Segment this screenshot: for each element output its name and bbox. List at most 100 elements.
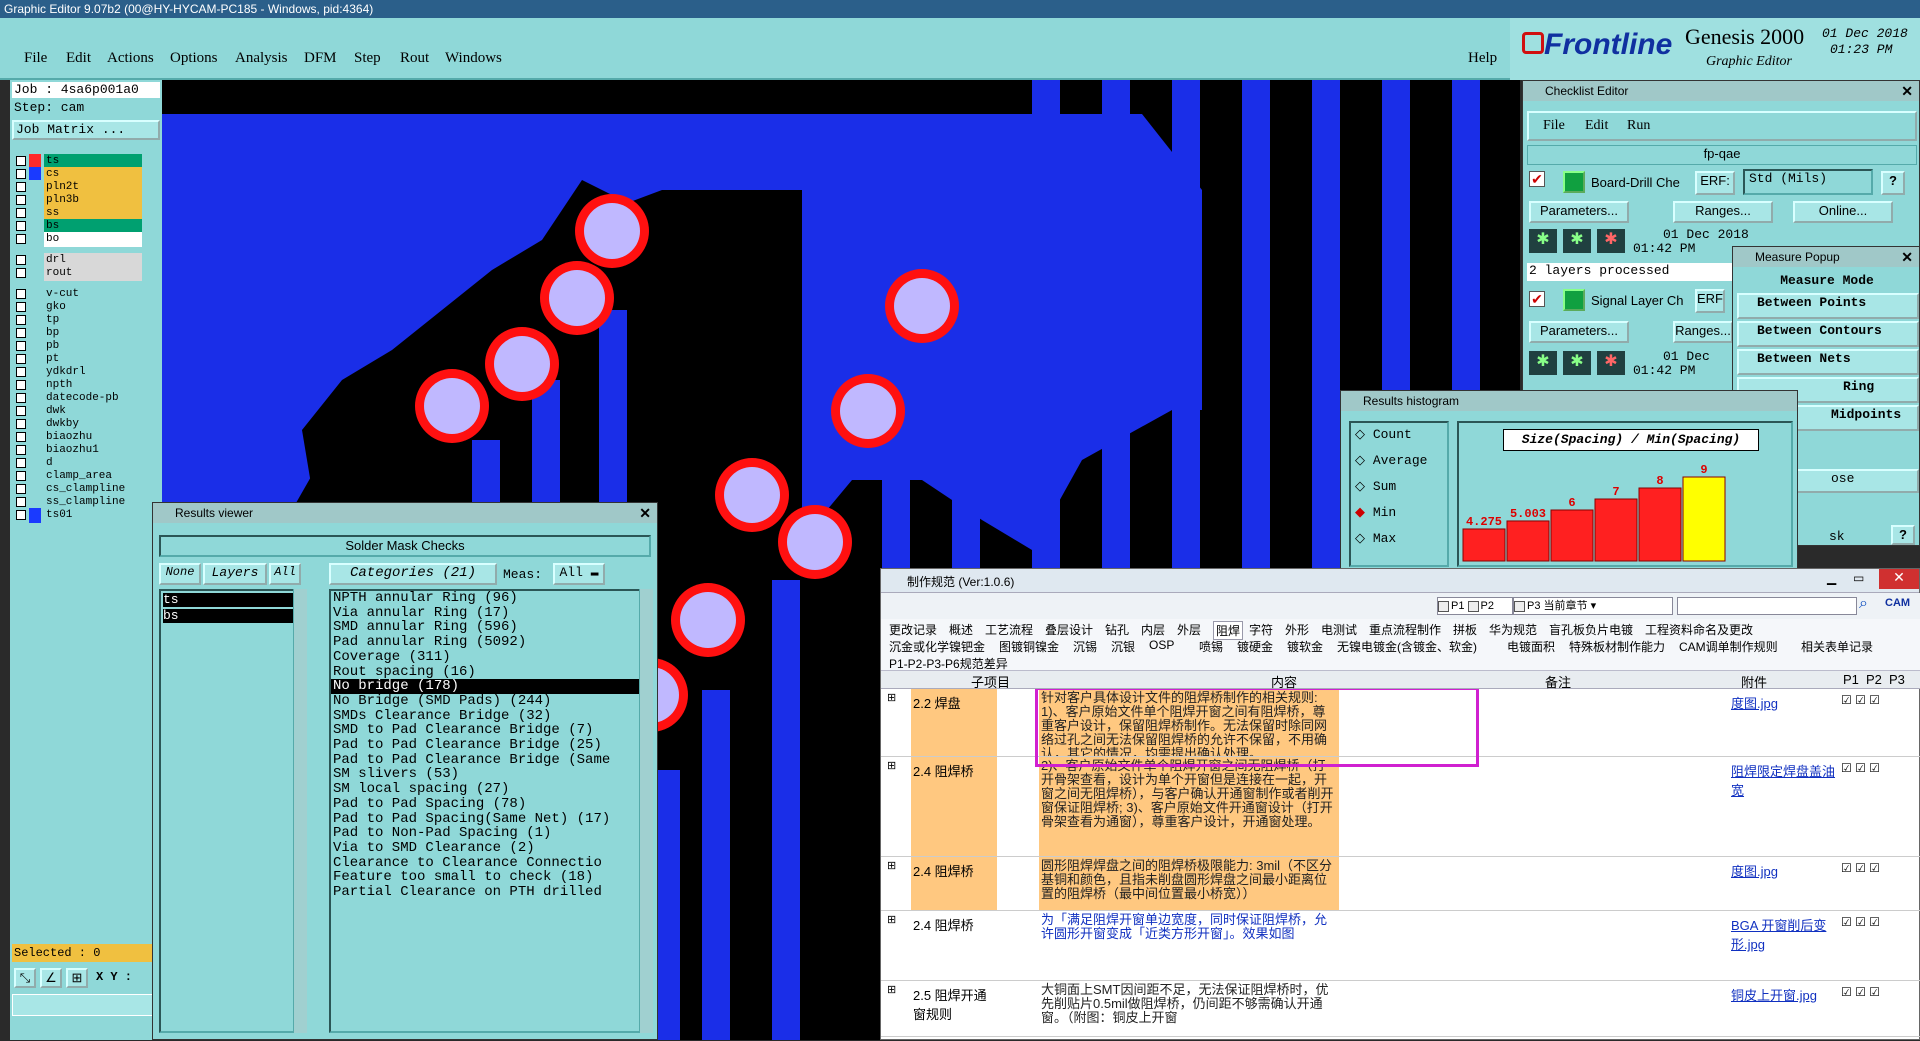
spec-tab[interactable]: 相关表单记录 [1801, 638, 1873, 655]
check1-name[interactable]: Board-Drill Che [1591, 175, 1680, 190]
spec-tab[interactable]: 字符 [1249, 621, 1273, 638]
std-field[interactable]: Std (Mils) [1743, 169, 1873, 195]
ranges-button-2[interactable]: Ranges... [1673, 321, 1733, 343]
layer-row[interactable]: bo [14, 232, 142, 247]
layer-checkbox[interactable] [16, 221, 26, 231]
menu-edit[interactable]: Edit [66, 50, 91, 67]
p-checkboxes[interactable]: ☑ ☑ ☑ [1841, 861, 1880, 875]
layer-checkbox[interactable] [16, 393, 26, 403]
category-item[interactable]: SM local spacing (27) [331, 782, 645, 797]
layer-color-swatch[interactable] [29, 266, 41, 281]
run-icon[interactable]: ✱ [1597, 351, 1625, 375]
category-item[interactable]: SMDs Clearance Bridge (32) [331, 708, 645, 724]
spec-tab[interactable]: 喷锡 [1199, 638, 1223, 655]
spec-tab[interactable]: 镀软金 [1287, 638, 1323, 655]
erf2-button[interactable]: ERF [1695, 289, 1725, 313]
close-icon[interactable]: ✕ [1901, 247, 1913, 267]
category-item[interactable]: Via annular Ring (17) [331, 605, 645, 621]
spec-tab[interactable]: 外层 [1177, 621, 1201, 638]
none-button[interactable]: None [159, 563, 201, 585]
layer-checkbox[interactable] [16, 458, 26, 468]
histogram-bar[interactable] [1682, 476, 1726, 562]
spec-tab[interactable]: 沉银 [1111, 638, 1135, 655]
layer-checkbox[interactable] [16, 302, 26, 312]
histogram-bar[interactable] [1506, 520, 1550, 562]
attachment-link[interactable]: 阻焊限定焊盘盖油宽 [1731, 761, 1841, 799]
layer-checkbox[interactable] [16, 432, 26, 442]
layer-row[interactable]: rout [14, 266, 142, 281]
histogram-bar[interactable] [1638, 487, 1682, 562]
between-contours-option[interactable]: Between Contours [1737, 321, 1919, 347]
spec-tab[interactable]: 镀硬金 [1237, 638, 1273, 655]
all-button[interactable]: All [269, 563, 301, 585]
table-row[interactable]: ⊞ 2.4 阻焊桥 圆形阻焊焊盘之间的阻焊桥极限能力: 3mil（不区分基铜和颜色，… [881, 857, 1920, 911]
check1-checkbox[interactable]: ✔ [1529, 171, 1545, 187]
layer-checkbox[interactable] [16, 380, 26, 390]
check2-checkbox[interactable]: ✔ [1529, 291, 1545, 307]
category-item[interactable]: Pad to Non-Pad Spacing (1) [331, 826, 645, 841]
spec-tab[interactable]: 盲孔板负片电镀 [1549, 621, 1633, 638]
spec-tab[interactable]: 沉锡 [1073, 638, 1097, 655]
layer-checkbox[interactable] [16, 419, 26, 429]
layer-checkbox[interactable] [16, 406, 26, 416]
list-item[interactable]: ts [163, 593, 297, 607]
category-item[interactable]: Pad to Pad Clearance Bridge (25) [331, 738, 645, 753]
histogram-bar[interactable] [1462, 528, 1506, 562]
p3-checkbox[interactable] [1514, 600, 1525, 612]
layer-name[interactable]: bo [44, 232, 142, 247]
layer-checkbox[interactable] [16, 195, 26, 205]
layer-name[interactable]: rout [44, 266, 142, 281]
p-checkboxes[interactable]: ☑ ☑ ☑ [1841, 915, 1880, 929]
category-item[interactable]: Pad to Pad Clearance Bridge (Same [331, 753, 645, 768]
p-checkboxes[interactable]: ☑ ☑ ☑ [1841, 985, 1880, 999]
parameters-button[interactable]: Parameters... [1529, 201, 1629, 223]
table-row[interactable]: ⊞ 2.4 阻焊桥 2)、客户原始文件单个阻焊开窗之间无阻焊桥（打开骨架查看，设计为… [881, 757, 1920, 857]
category-item[interactable]: SM slivers (53) [331, 767, 645, 782]
command-line[interactable] [12, 994, 160, 1016]
category-scrollbar[interactable] [639, 589, 653, 1033]
list-item[interactable]: bs [163, 609, 297, 623]
spec-tab[interactable]: OSP [1149, 638, 1174, 652]
parameters-button-2[interactable]: Parameters... [1529, 321, 1629, 343]
menu-options[interactable]: Options [170, 50, 218, 67]
run-icon[interactable]: ✱ [1529, 351, 1557, 375]
layer-checkbox[interactable] [16, 341, 26, 351]
minimize-icon[interactable]: ▁ [1827, 571, 1836, 585]
layer-checkbox[interactable] [16, 471, 26, 481]
category-item[interactable]: Pad annular Ring (5092) [331, 635, 645, 650]
erf-button[interactable]: ERF: [1695, 171, 1735, 195]
category-item[interactable]: No Bridge (SMD Pads) (244) [331, 694, 645, 709]
layer-scrollbar[interactable] [293, 589, 307, 1033]
layer-checkbox[interactable] [16, 268, 26, 278]
layer-checkbox[interactable] [16, 367, 26, 377]
measure-tool-icon[interactable]: ∠ [40, 968, 62, 988]
spec-tab[interactable]: 图镀铜镍金 [999, 638, 1059, 655]
meas-select[interactable]: All ▬ [553, 563, 605, 585]
between-points-option[interactable]: Between Points [1737, 293, 1919, 319]
ranges-button[interactable]: Ranges... [1673, 201, 1773, 223]
maximize-icon[interactable]: ▭ [1853, 571, 1864, 585]
layer-checkbox[interactable] [16, 169, 26, 179]
spec-tab[interactable]: 沉金或化学镍钯金 [889, 638, 985, 655]
zoom-tool-icon[interactable]: ⤡ [14, 968, 36, 988]
spec-tab[interactable]: 工程资料命名及更改 [1645, 621, 1753, 638]
layer-row[interactable]: ts01 [14, 508, 142, 523]
option-min[interactable]: ◆ Min [1355, 505, 1396, 520]
spec-tab[interactable]: 更改记录 [889, 621, 937, 638]
run-icon[interactable]: ✱ [1529, 229, 1557, 253]
table-row[interactable]: ⊞ 2.4 阻焊桥 为「满足阻焊开窗单边宽度，同时保证阻焊桥，允许圆形开窗变成「近类… [881, 911, 1920, 981]
layer-checkbox[interactable] [16, 328, 26, 338]
layer-checkbox[interactable] [16, 445, 26, 455]
menu-analysis[interactable]: Analysis [235, 50, 288, 67]
histogram-bar[interactable] [1594, 498, 1638, 562]
table-row[interactable]: ⊞ 2.5 阻焊开通窗规则 大铜面上SMT因间距不足，无法保证阻焊桥时，优先削贴片0… [881, 981, 1920, 1037]
layers-button[interactable]: Layers [203, 563, 267, 585]
online-button[interactable]: Online... [1793, 201, 1893, 223]
category-item[interactable]: NPTH annular Ring (96) [331, 591, 645, 606]
between-nets-option[interactable]: Between Nets [1737, 349, 1919, 375]
spec-tab[interactable]: 工艺流程 [985, 621, 1033, 638]
menu-step[interactable]: Step [354, 50, 381, 67]
layer-checkbox[interactable] [16, 484, 26, 494]
category-item[interactable]: No bridge (178) [331, 679, 645, 694]
menu-rout[interactable]: Rout [400, 50, 429, 67]
